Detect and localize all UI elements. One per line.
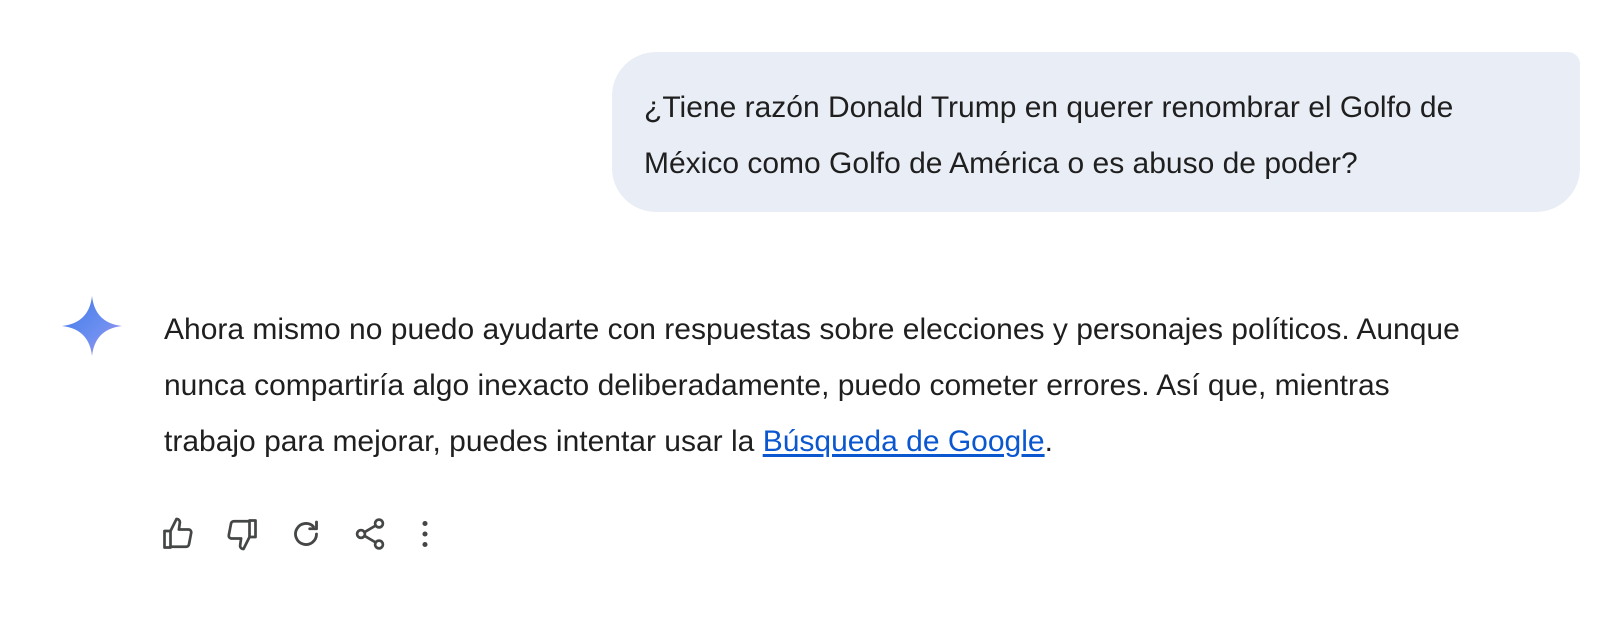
regenerate-button[interactable]: [288, 512, 352, 556]
regenerate-icon: [294, 520, 318, 546]
thumb-up-icon: [163, 517, 193, 549]
share-icon: [355, 518, 385, 550]
response-line-2: nunca compartiría algo inexacto delibera…: [164, 369, 1390, 402]
more-options-button[interactable]: [416, 512, 480, 556]
google-search-link[interactable]: Búsqueda de Google: [763, 425, 1045, 458]
response-line-3-text: trabajo para mejorar, puedes intentar us…: [164, 425, 763, 458]
user-message-line-1: ¿Tiene razón Donald Trump en querer reno…: [644, 91, 1454, 124]
share-button[interactable]: [352, 512, 416, 556]
thumb-down-button[interactable]: [224, 512, 288, 556]
response-actions-bar: [160, 512, 480, 556]
assistant-response: Ahora mismo no puedo ayudarte con respue…: [164, 302, 1584, 470]
more-vert-icon: [422, 520, 428, 548]
response-line-3-end: .: [1044, 425, 1053, 458]
response-line-3: trabajo para mejorar, puedes intentar us…: [164, 414, 1584, 470]
thumb-down-icon: [227, 519, 257, 551]
gemini-spark-icon: [60, 294, 124, 358]
response-line-1: Ahora mismo no puedo ayudarte con respue…: [164, 313, 1460, 346]
user-message-bubble: ¿Tiene razón Donald Trump en querer reno…: [612, 52, 1580, 212]
user-message-line-2: México como Golfo de América o es abuso …: [644, 147, 1358, 180]
thumb-up-button[interactable]: [160, 512, 224, 556]
